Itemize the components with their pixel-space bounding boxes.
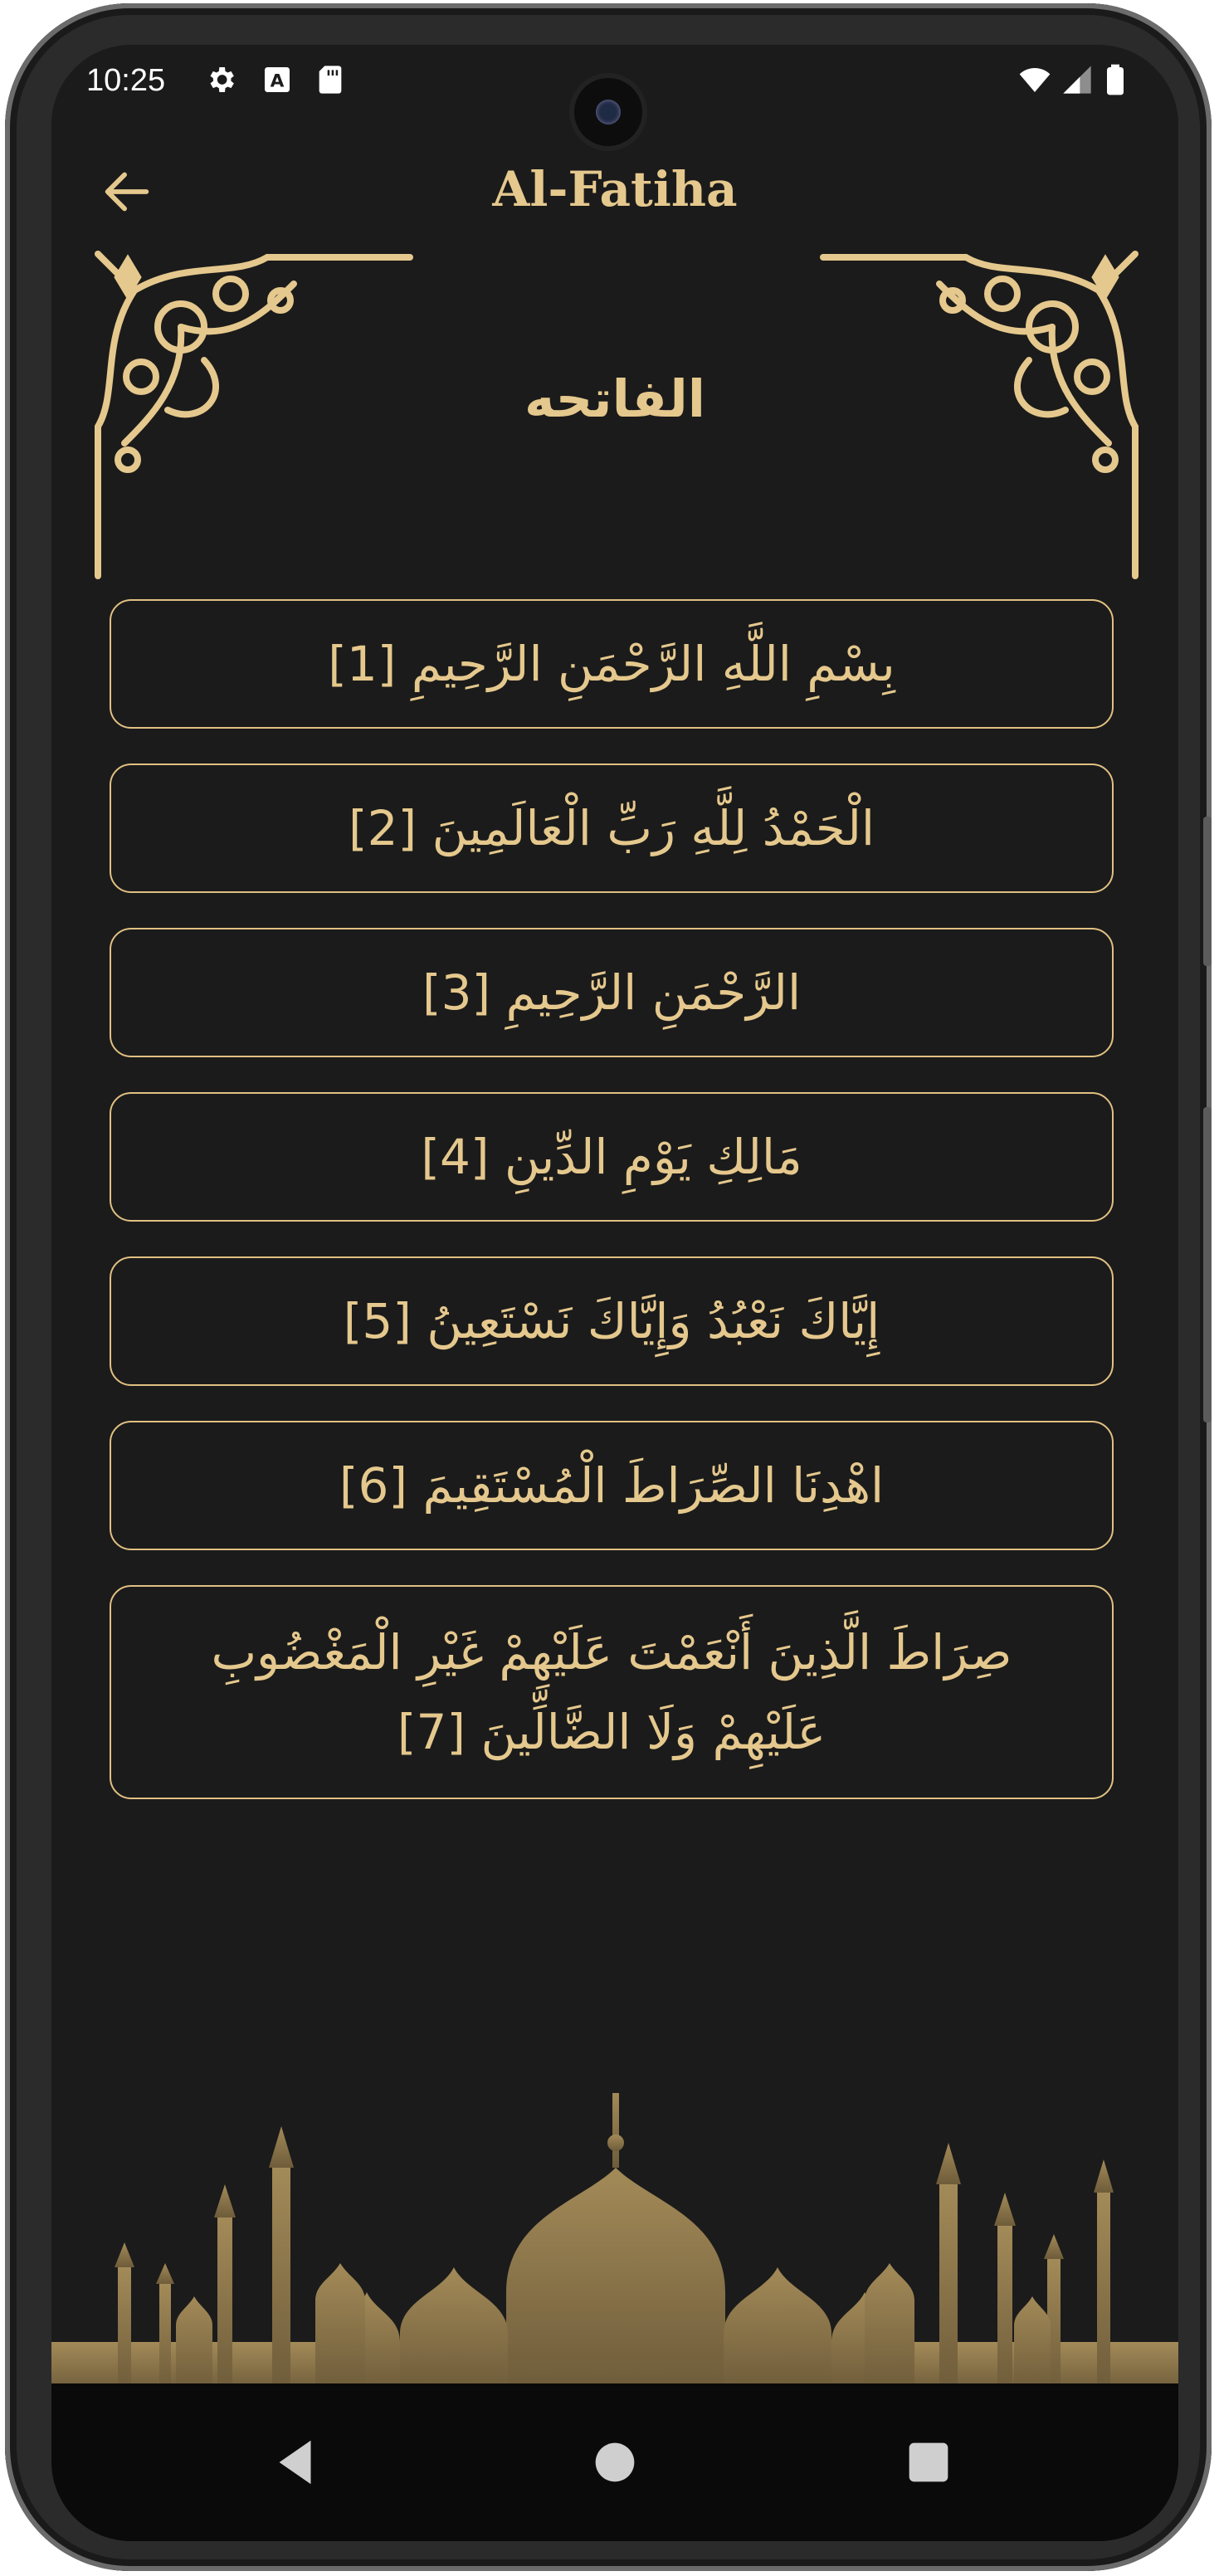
wifi-icon [1019, 68, 1051, 92]
verse-card-1[interactable]: بِسْمِ اللَّهِ الرَّحْمَنِ الرَّحِيمِ [1… [110, 599, 1114, 729]
back-triangle-icon[interactable] [267, 2433, 325, 2491]
recents-square-icon[interactable] [900, 2433, 958, 2491]
system-nav-bar [51, 2383, 1178, 2541]
battery-icon [1107, 64, 1124, 95]
app-bar: Al-Fatiha [51, 144, 1178, 236]
power-button [1203, 817, 1212, 966]
verse-card-5[interactable]: إِيَّاكَ نَعْبُدُ وَإِيَّاكَ نَسْتَعِينُ… [110, 1256, 1114, 1386]
svg-text:A: A [271, 71, 285, 91]
gear-icon [210, 67, 234, 92]
mosque-silhouette [51, 2093, 1178, 2392]
sd-card-icon [319, 66, 342, 94]
verse-card-2[interactable]: الْحَمْدُ لِلَّهِ رَبِّ الْعَالَمِينَ [2… [110, 764, 1114, 893]
phone-frame: 10:25 A Al-Fatiha الفاتحه بِسْمِ اللَّهِ… [5, 3, 1212, 2571]
screen: 10:25 A Al-Fatiha الفاتحه بِسْمِ اللَّهِ… [51, 45, 1178, 2541]
verse-card-4[interactable]: مَالِكِ يَوْمِ الدِّينِ [4] [110, 1092, 1114, 1222]
front-camera [574, 78, 642, 146]
verse-list: بِسْمِ اللَّهِ الرَّحْمَنِ الرَّحِيمِ [1… [110, 599, 1114, 1834]
home-circle-icon[interactable] [586, 2433, 644, 2491]
status-time: 10:25 [86, 63, 166, 98]
verse-card-7[interactable]: صِرَاطَ الَّذِينَ أَنْعَمْتَ عَلَيْهِمْ … [110, 1585, 1114, 1799]
a-icon: A [265, 67, 290, 92]
signal-icon [1063, 66, 1091, 94]
volume-button [1203, 1107, 1212, 1422]
surah-arabic-title: الفاتحه [524, 368, 705, 429]
verse-card-6[interactable]: اهْدِنَا الصِّرَاطَ الْمُسْتَقِيمَ [6] [110, 1421, 1114, 1550]
verse-card-3[interactable]: الرَّحْمَنِ الرَّحِيمِ [3] [110, 928, 1114, 1057]
page-title: Al-Fatiha [492, 161, 738, 217]
